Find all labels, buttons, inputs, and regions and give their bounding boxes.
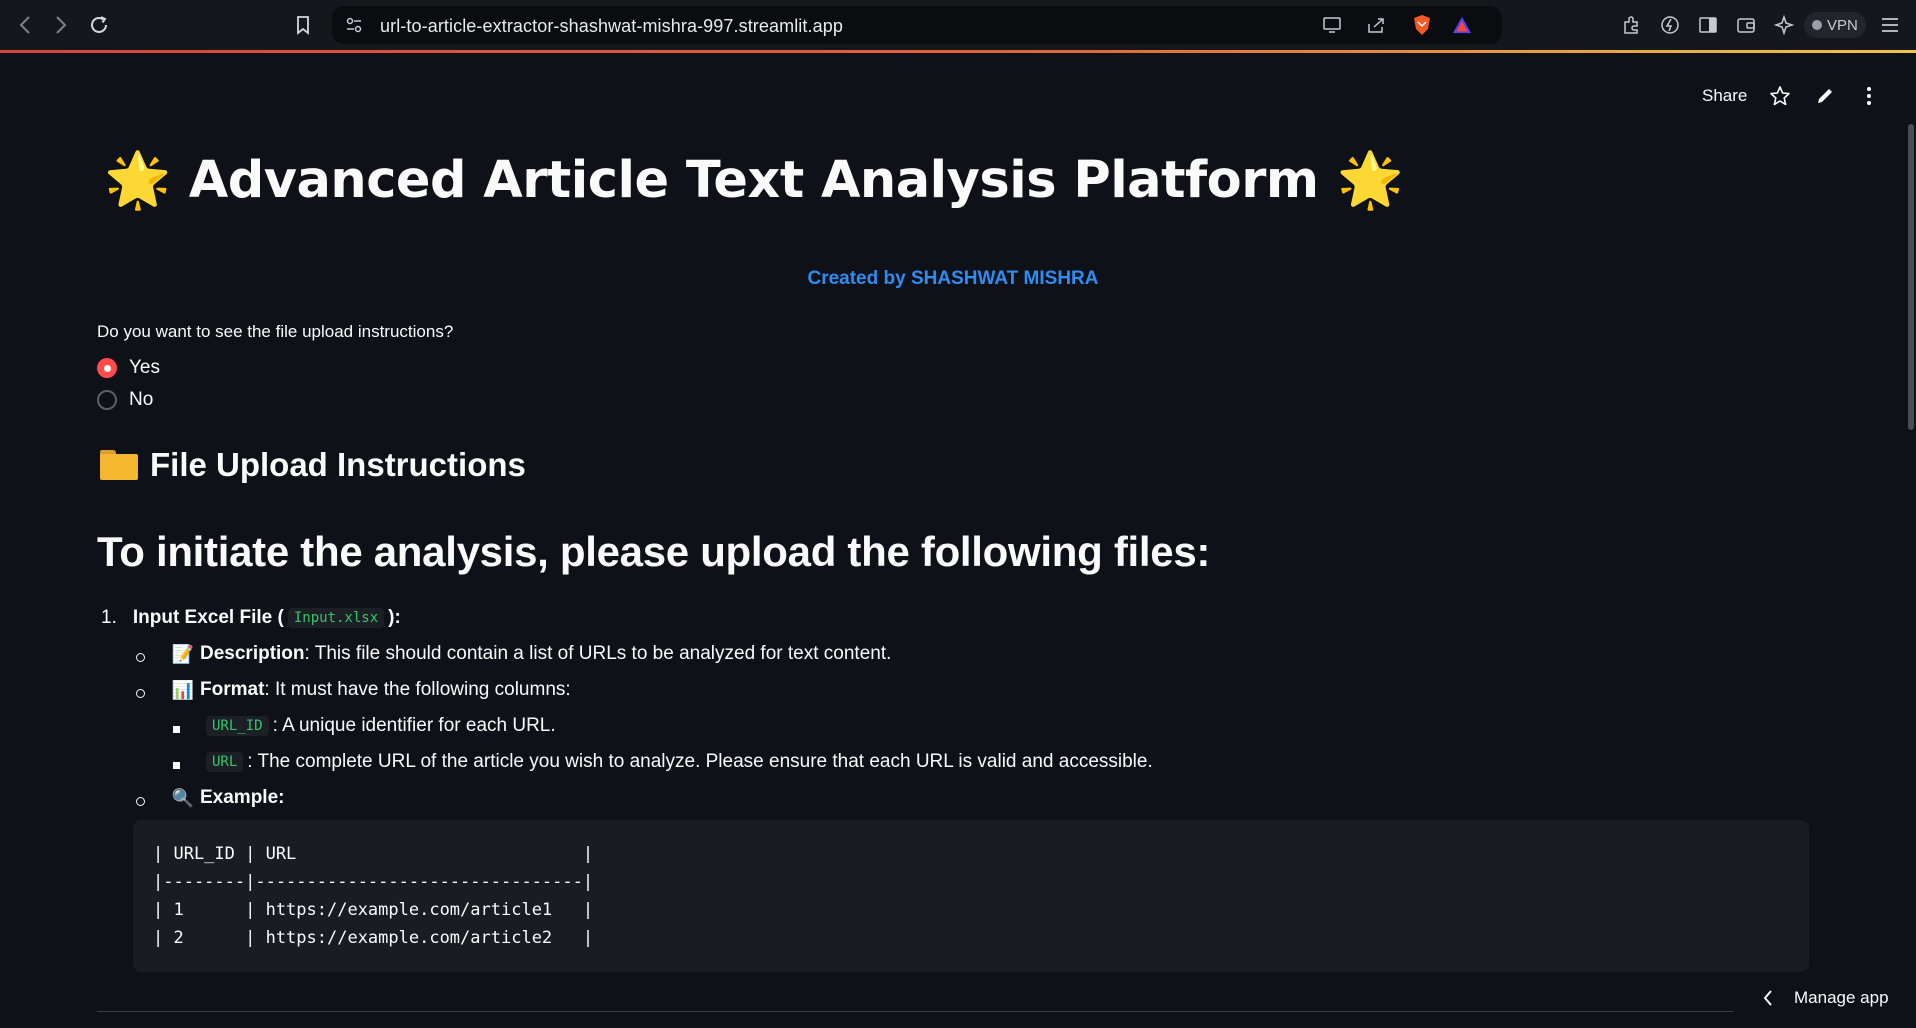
- folder-icon: [100, 450, 138, 480]
- list-item-column-url-id: URL_ID : A unique identifier for each UR…: [202, 715, 556, 737]
- rewards-icon[interactable]: [1452, 15, 1472, 35]
- leo-ai-icon[interactable]: [1772, 13, 1796, 37]
- radio-option-label: Yes: [129, 357, 160, 378]
- code-line: | 1 | https://example.com/article1 |: [153, 900, 594, 920]
- share-page-icon[interactable]: [1366, 15, 1386, 35]
- section-divider: [97, 1011, 1733, 1012]
- instructions-heading-text: File Upload Instructions: [150, 446, 526, 483]
- bullet-icon: [136, 689, 145, 698]
- vpn-status-icon: [1812, 20, 1822, 30]
- forward-icon[interactable]: [48, 12, 74, 38]
- inline-code-column: URL: [206, 752, 244, 772]
- bullet-icon: [136, 653, 145, 662]
- more-options-icon[interactable]: [1857, 84, 1881, 108]
- star-emoji-icon: 🌟: [1336, 148, 1404, 211]
- radio-selected-icon[interactable]: [97, 358, 117, 378]
- column-description: : The complete URL of the article you wi…: [247, 751, 1153, 772]
- radio-option-no[interactable]: No: [97, 388, 153, 412]
- bookmark-icon[interactable]: [290, 12, 316, 38]
- manage-app-label: Manage app: [1794, 988, 1889, 1007]
- instructions-heading: File Upload Instructions: [100, 446, 526, 484]
- list-item-format: 📊 Format : It must have the following co…: [172, 679, 571, 701]
- list-number: 1.: [101, 607, 117, 628]
- page-load-progress: [0, 50, 1916, 53]
- browser-toolbar: url-to-article-extractor-shashwat-mishra…: [0, 0, 1916, 52]
- list-item-description: 📝 Description : This file should contain…: [171, 643, 892, 665]
- radio-question: Do you want to see the file upload instr…: [97, 322, 454, 341]
- reload-icon[interactable]: [86, 12, 112, 38]
- vpn-button[interactable]: VPN: [1804, 12, 1866, 38]
- edit-icon[interactable]: [1813, 84, 1837, 108]
- extensions-icon[interactable]: [1620, 13, 1644, 37]
- memo-icon: 📝: [171, 643, 195, 664]
- list-item-column-url: URL : The complete URL of the article yo…: [202, 751, 1153, 773]
- list-item-label: Input Excel File (: [132, 607, 284, 628]
- description-text: : This file should contain a list of URL…: [304, 643, 892, 664]
- instructions-subheading: To initiate the analysis, please upload …: [97, 528, 1211, 575]
- star-icon[interactable]: [1768, 84, 1792, 108]
- example-code-block[interactable]: | URL_ID | URL | |--------|-------------…: [133, 820, 1809, 972]
- radio-option-yes[interactable]: Yes: [97, 356, 160, 380]
- star-emoji-icon: 🌟: [104, 148, 171, 211]
- bullet-icon: [136, 797, 145, 806]
- menu-icon[interactable]: [1878, 13, 1902, 37]
- column-description: : A unique identifier for each URL.: [272, 715, 556, 736]
- chevron-left-icon: [1763, 990, 1772, 1006]
- format-label: Format: [200, 679, 265, 700]
- back-icon[interactable]: [12, 12, 38, 38]
- example-label: Example:: [200, 787, 285, 808]
- sidebar-icon[interactable]: [1696, 13, 1720, 37]
- vpn-label: VPN: [1827, 16, 1858, 34]
- list-item-input-file: 1. Input Excel File ( Input.xlsx ):: [101, 607, 401, 629]
- cast-icon[interactable]: [1322, 15, 1342, 35]
- code-line: | 2 | https://example.com/article2 |: [153, 928, 594, 948]
- wallet-icon[interactable]: [1734, 13, 1758, 37]
- format-text: : It must have the following columns:: [264, 679, 571, 700]
- code-line: | URL_ID | URL |: [153, 844, 594, 864]
- description-label: Description: [200, 643, 305, 664]
- bar-chart-icon: 📊: [171, 679, 195, 700]
- author-credit: Created by SHASHWAT MISHRA: [807, 268, 1099, 289]
- site-settings-icon[interactable]: [344, 15, 364, 35]
- speedreader-icon[interactable]: [1658, 13, 1682, 37]
- inline-code-filename: Input.xlsx: [287, 608, 385, 628]
- code-line: |--------|------------------------------…: [153, 872, 594, 892]
- url-text[interactable]: url-to-article-extractor-shashwat-mishra…: [380, 16, 843, 37]
- radio-unselected-icon[interactable]: [97, 390, 117, 410]
- bullet-icon: [173, 762, 180, 769]
- magnifier-icon: 🔍: [171, 787, 195, 808]
- list-item-suffix: ):: [388, 607, 401, 628]
- inline-code-column: URL_ID: [206, 716, 269, 736]
- list-item-example: 🔍 Example:: [171, 787, 285, 809]
- radio-option-label: No: [129, 389, 154, 410]
- page-title: 🌟 Advanced Article Text Analysis Platfor…: [104, 142, 1404, 218]
- page-title-text: Advanced Article Text Analysis Platform: [188, 150, 1319, 210]
- shields-icon[interactable]: [1412, 15, 1432, 35]
- page-scrollbar[interactable]: [1908, 124, 1914, 430]
- manage-app-button[interactable]: Manage app: [1762, 988, 1889, 1008]
- bullet-icon: [173, 726, 180, 733]
- address-bar[interactable]: url-to-article-extractor-shashwat-mishra…: [332, 6, 1502, 44]
- share-button[interactable]: Share: [1702, 86, 1747, 106]
